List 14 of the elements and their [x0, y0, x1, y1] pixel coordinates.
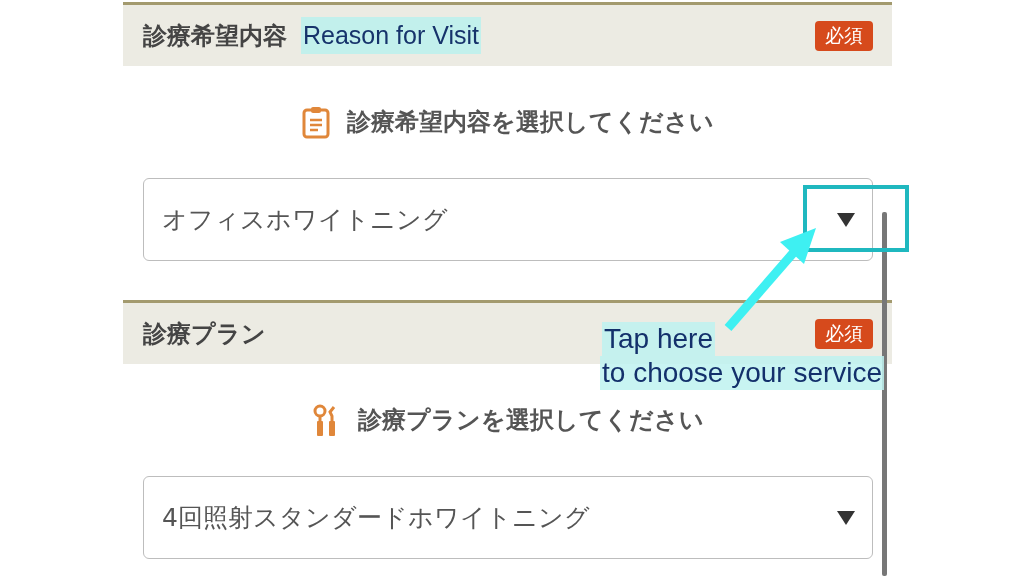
required-badge: 必須	[815, 318, 873, 349]
caret-icon	[836, 211, 856, 228]
dropdown-select[interactable]: 4回照射スタンダードホワイトニング	[143, 476, 873, 559]
dropdown-select[interactable]: オフィスホワイトニング	[143, 178, 873, 261]
clipboard-icon	[301, 105, 331, 139]
translation-note: Reason for Visit	[301, 17, 481, 54]
callout-text: to choose your service	[600, 356, 885, 390]
section-title: 診療プラン	[143, 318, 266, 350]
select-prompt: 診療プランを選択してください	[357, 405, 704, 436]
section-title: 診療希望内容	[143, 20, 287, 52]
callout-text: Tap here	[602, 322, 715, 356]
select-prompt: 診療希望内容を選択してください	[347, 107, 714, 138]
required-badge: 必須	[815, 20, 873, 51]
caret-icon	[836, 509, 856, 526]
